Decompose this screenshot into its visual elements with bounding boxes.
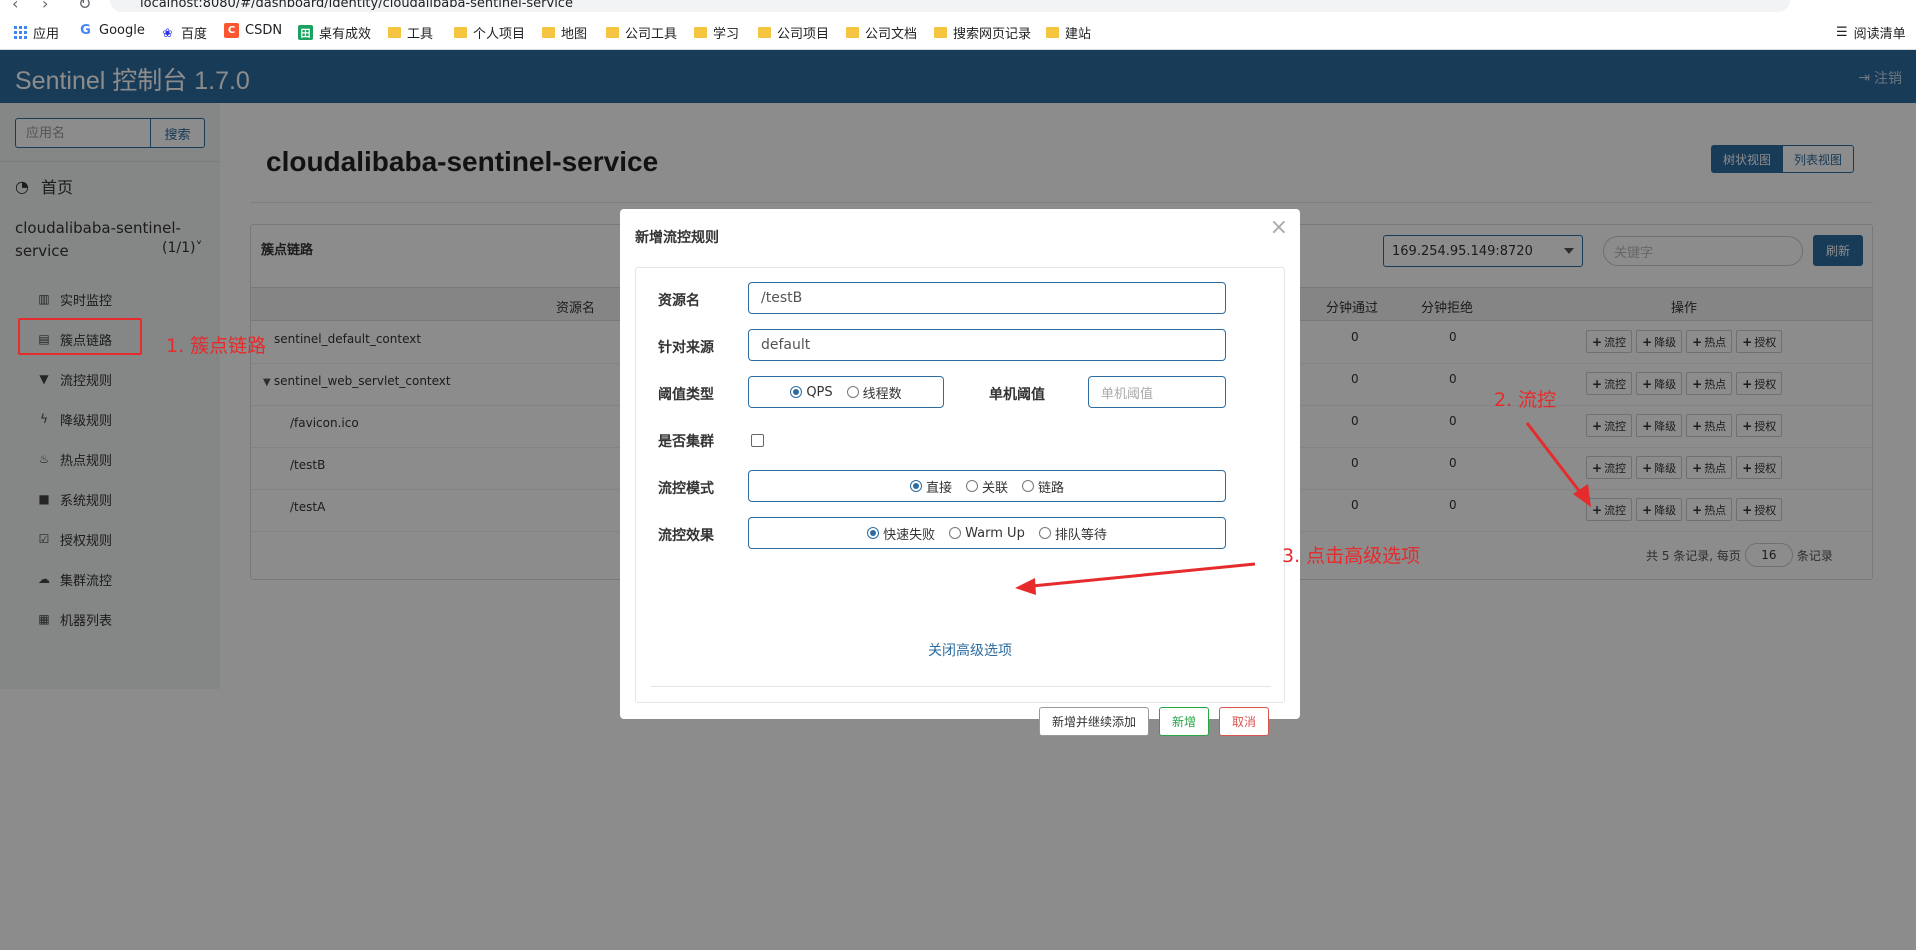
mode-relate-radio[interactable]: 关联 xyxy=(965,477,1008,496)
bookmark-google[interactable]: G Google xyxy=(78,23,145,38)
folder-icon xyxy=(846,27,859,38)
threshold-input[interactable]: 单机阈值 xyxy=(1088,376,1226,408)
cancel-button[interactable]: 取消 xyxy=(1219,707,1269,736)
resource-label: 资源名 xyxy=(658,293,700,309)
radio-unchecked-icon xyxy=(1038,527,1051,539)
annotation-step3: 3. 点击高级选项 xyxy=(1282,545,1421,567)
browser-address-strip: ‹ › ↻ localhost:8080/#/dashboard/identit… xyxy=(0,0,1916,13)
site-icon: 田 xyxy=(298,25,313,40)
close-icon[interactable]: × xyxy=(1270,215,1288,240)
grade-thread-radio[interactable]: 线程数 xyxy=(846,383,902,402)
reading-list-icon: ☰ xyxy=(1836,25,1848,40)
radio-checked-icon xyxy=(867,527,880,539)
folder-icon xyxy=(1046,27,1059,38)
bookmark-folder-map[interactable]: 地图 xyxy=(542,23,587,42)
effect-queue-radio[interactable]: 排队等待 xyxy=(1038,524,1107,543)
cluster-label: 是否集群 xyxy=(658,434,714,450)
folder-icon xyxy=(758,27,771,38)
grade-label: 阈值类型 xyxy=(658,387,714,403)
csdn-icon: C xyxy=(224,23,239,38)
modal-form: 资源名 /testB 针对来源 default 阈值类型 QPS 线程数 单机阈… xyxy=(635,267,1285,736)
bookmark-folder-study[interactable]: 学习 xyxy=(694,23,739,42)
radio-unchecked-icon xyxy=(846,386,859,398)
origin-label: 针对来源 xyxy=(658,340,714,356)
bookmark-folder-tools[interactable]: 工具 xyxy=(388,23,433,42)
radio-checked-icon xyxy=(909,480,922,492)
annotation-highlight-box xyxy=(18,318,142,355)
bookmarks-bar: 应用 G Google ❀ 百度 C CSDN 田 桌有成效 工具 个人项目 地… xyxy=(0,12,1916,50)
bookmark-folder-company-projects[interactable]: 公司项目 xyxy=(758,23,829,42)
folder-icon xyxy=(606,27,619,38)
resource-name-field[interactable]: /testB xyxy=(748,282,1226,314)
folder-icon xyxy=(454,27,467,38)
radio-unchecked-icon xyxy=(965,480,978,492)
effect-label: 流控效果 xyxy=(658,528,714,544)
bookmark-apps[interactable]: 应用 xyxy=(14,23,59,42)
bookmark-folder-search-history[interactable]: 搜索网页记录 xyxy=(934,23,1031,42)
annotation-step2: 2. 流控 xyxy=(1494,389,1557,411)
mode-radio-group: 直接 关联 链路 xyxy=(748,470,1226,502)
modal-footer-divider xyxy=(651,686,1271,687)
folder-icon xyxy=(388,27,401,38)
bookmark-csdn[interactable]: C CSDN xyxy=(224,23,282,38)
apps-grid-icon xyxy=(14,26,27,39)
bookmark-baidu[interactable]: ❀ 百度 xyxy=(160,23,207,43)
mode-direct-radio[interactable]: 直接 xyxy=(909,477,952,496)
folder-icon xyxy=(542,27,555,38)
bookmark-folder-company-docs[interactable]: 公司文档 xyxy=(846,23,917,42)
add-flow-rule-modal: 新增流控规则 × 资源名 /testB 针对来源 default 阈值类型 QP… xyxy=(620,209,1300,736)
mode-label: 流控模式 xyxy=(658,481,714,497)
radio-unchecked-icon xyxy=(1022,480,1034,492)
grade-radio-group: QPS 线程数 xyxy=(748,376,944,408)
bookmark-folder-company-tools[interactable]: 公司工具 xyxy=(606,23,677,42)
reading-list[interactable]: ☰ 阅读清单 xyxy=(1836,23,1906,42)
bookmark-folder-site-build[interactable]: 建站 xyxy=(1046,23,1091,42)
address-text[interactable]: localhost:8080/#/dashboard/identity/clou… xyxy=(140,0,573,11)
cluster-checkbox[interactable] xyxy=(751,434,764,447)
effect-radio-group: 快速失败 Warm Up 排队等待 xyxy=(748,517,1226,549)
advanced-options-link[interactable]: 关闭高级选项 xyxy=(928,640,1012,660)
bookmark-folder-personal[interactable]: 个人项目 xyxy=(454,23,525,42)
effect-warmup-radio[interactable]: Warm Up xyxy=(949,526,1025,541)
folder-icon xyxy=(934,27,947,38)
bookmark-site[interactable]: 田 桌有成效 xyxy=(298,23,371,42)
baidu-icon: ❀ xyxy=(162,25,173,40)
add-continue-button[interactable]: 新增并继续添加 xyxy=(1039,707,1149,736)
grade-qps-radio[interactable]: QPS xyxy=(790,385,833,400)
modal-title: 新增流控规则 xyxy=(635,230,719,246)
threshold-label: 单机阈值 xyxy=(989,387,1045,403)
limit-app-field[interactable]: default xyxy=(748,329,1226,361)
effect-fail-fast-radio[interactable]: 快速失败 xyxy=(867,524,935,543)
annotation-step1: 1. 簇点链路 xyxy=(166,335,267,357)
folder-icon xyxy=(694,27,707,38)
google-icon: G xyxy=(80,23,91,38)
mode-chain-radio[interactable]: 链路 xyxy=(1022,477,1064,496)
radio-unchecked-icon xyxy=(949,527,962,539)
radio-checked-icon xyxy=(790,386,803,398)
add-button[interactable]: 新增 xyxy=(1159,707,1209,736)
